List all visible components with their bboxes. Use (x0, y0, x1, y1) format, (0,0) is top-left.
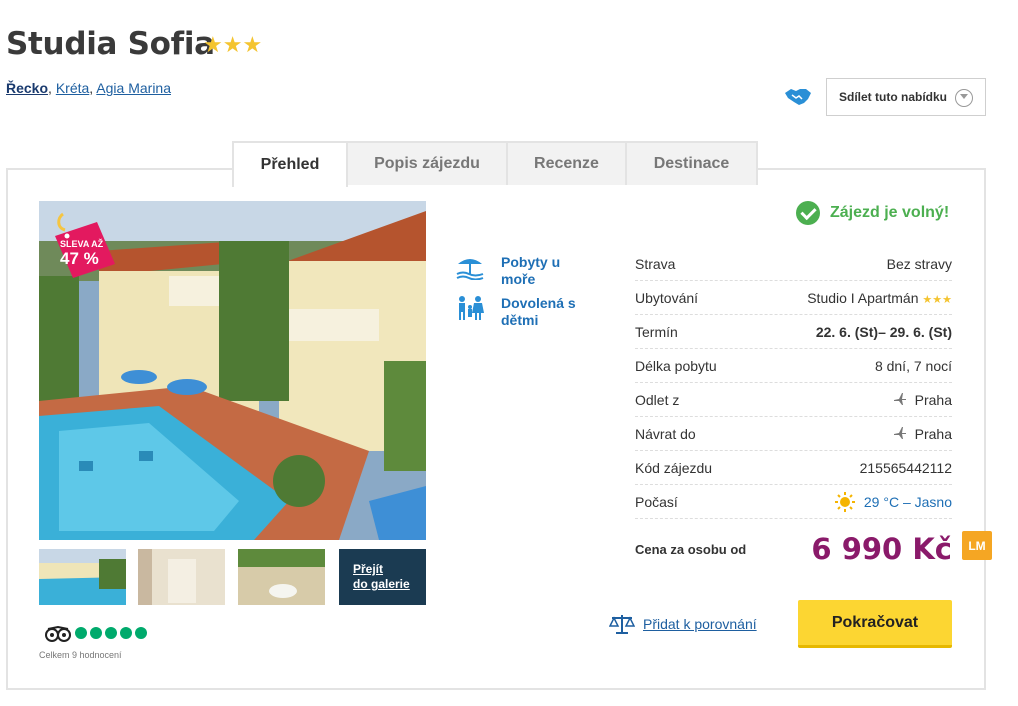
rating-dot (105, 627, 117, 639)
tab-destination[interactable]: Destinace (625, 141, 758, 185)
breadcrumb-country[interactable]: Řecko (6, 80, 48, 96)
share-label: Sdílet tuto nabídku (839, 90, 947, 104)
plane-icon (893, 392, 906, 405)
check-icon (796, 201, 820, 225)
feature-beach-label: Pobyty u moře (501, 254, 561, 287)
add-to-compare-link[interactable]: Přidat k porovnání (609, 613, 757, 635)
info-label: Kód zájezdu (635, 459, 713, 476)
info-row-departure: Odlet z Praha (635, 383, 952, 417)
gallery-thumb-3[interactable] (238, 549, 325, 605)
price-label: Cena za osobu od (635, 541, 747, 557)
trip-info-table: Strava Bez stravy Ubytování Studio I Apa… (635, 247, 952, 519)
gallery-thumb-1[interactable] (39, 549, 126, 605)
feature-family-label: Dovolená s dětmi (501, 295, 576, 328)
info-label: Ubytování (635, 289, 699, 306)
info-value[interactable]: 29 °C – Jasno (834, 491, 952, 513)
info-value: Praha (893, 392, 952, 408)
rating-dot (120, 627, 132, 639)
handshake-icon (785, 89, 811, 105)
scales-icon (609, 615, 635, 634)
tripadvisor-owl-icon (45, 626, 71, 642)
gallery-link[interactable]: Přejít do galerie (339, 549, 426, 605)
breadcrumb: Řecko, Kréta, Agia Marina (6, 80, 171, 96)
tab-reviews[interactable]: Recenze (506, 141, 627, 185)
tab-description[interactable]: Popis zájezdu (346, 141, 508, 185)
info-label: Odlet z (635, 391, 680, 408)
feature-beach[interactable]: Pobyty u moře (455, 254, 591, 288)
sale-percent: 47 % (60, 249, 99, 268)
tab-bar: Přehled Popis zájezdu Recenze Destinace (232, 141, 758, 187)
info-value: 22. 6. (St)– 29. 6. (St) (815, 323, 952, 340)
accommodation-stars: ★★★ (922, 293, 952, 306)
share-button[interactable]: Sdílet tuto nabídku (826, 78, 986, 116)
info-value: Bez stravy (886, 255, 952, 272)
feature-family[interactable]: Dovolená s dětmi (455, 295, 591, 329)
info-label: Počasí (635, 493, 678, 510)
rating-dot (75, 627, 87, 639)
family-icon (459, 296, 484, 320)
sun-icon (834, 491, 855, 512)
info-row-weather: Počasí 29 °C – Jasno (635, 485, 952, 519)
rating-dot (90, 627, 102, 639)
info-value: 8 dní, 7 nocí (874, 357, 952, 374)
gallery-link-label: Přejít do galerie (353, 562, 410, 591)
beach-umbrella-icon (456, 259, 484, 280)
info-label: Návrat do (635, 425, 696, 442)
info-label: Strava (635, 255, 676, 272)
info-row-length: Délka pobytu 8 dní, 7 nocí (635, 349, 952, 383)
price-value: 6 990 Kč (811, 532, 952, 566)
chevron-down-icon (955, 89, 973, 107)
info-value: Studio I Apartmán ★★★ (807, 289, 952, 306)
info-row-return: Návrat do Praha (635, 417, 952, 451)
info-value: Praha (893, 426, 952, 442)
info-value: 215565442112 (859, 459, 952, 476)
compare-label: Přidat k porovnání (643, 616, 757, 632)
info-row-board: Strava Bez stravy (635, 247, 952, 281)
info-label: Termín (635, 323, 678, 340)
continue-button[interactable]: Pokračovat (798, 600, 952, 648)
review-count: Celkem 9 hodnocení (39, 650, 122, 660)
page-title: Studia Sofia (6, 26, 215, 62)
info-row-accommodation: Ubytování Studio I Apartmán ★★★ (635, 281, 952, 315)
tripadvisor-rating (75, 627, 147, 639)
last-minute-badge: LM (962, 531, 992, 560)
hotel-stars: ★★★ (203, 32, 263, 57)
tab-overview[interactable]: Přehled (232, 141, 348, 187)
gallery-thumb-2[interactable] (138, 549, 225, 605)
availability-text: Zájezd je volný! (830, 204, 950, 221)
info-row-code: Kód zájezdu 215565442112 (635, 451, 952, 485)
breadcrumb-resort[interactable]: Agia Marina (96, 80, 171, 96)
info-row-dates: Termín 22. 6. (St)– 29. 6. (St) (635, 315, 952, 349)
info-label: Délka pobytu (635, 357, 717, 374)
sale-label: SLEVA AŽ (60, 239, 104, 249)
price-row: Cena za osobu od 6 990 Kč (635, 529, 952, 569)
rating-dot (135, 627, 147, 639)
availability-status: Zájezd je volný! (796, 201, 949, 225)
plane-icon (893, 426, 906, 439)
breadcrumb-region[interactable]: Kréta (56, 80, 89, 96)
